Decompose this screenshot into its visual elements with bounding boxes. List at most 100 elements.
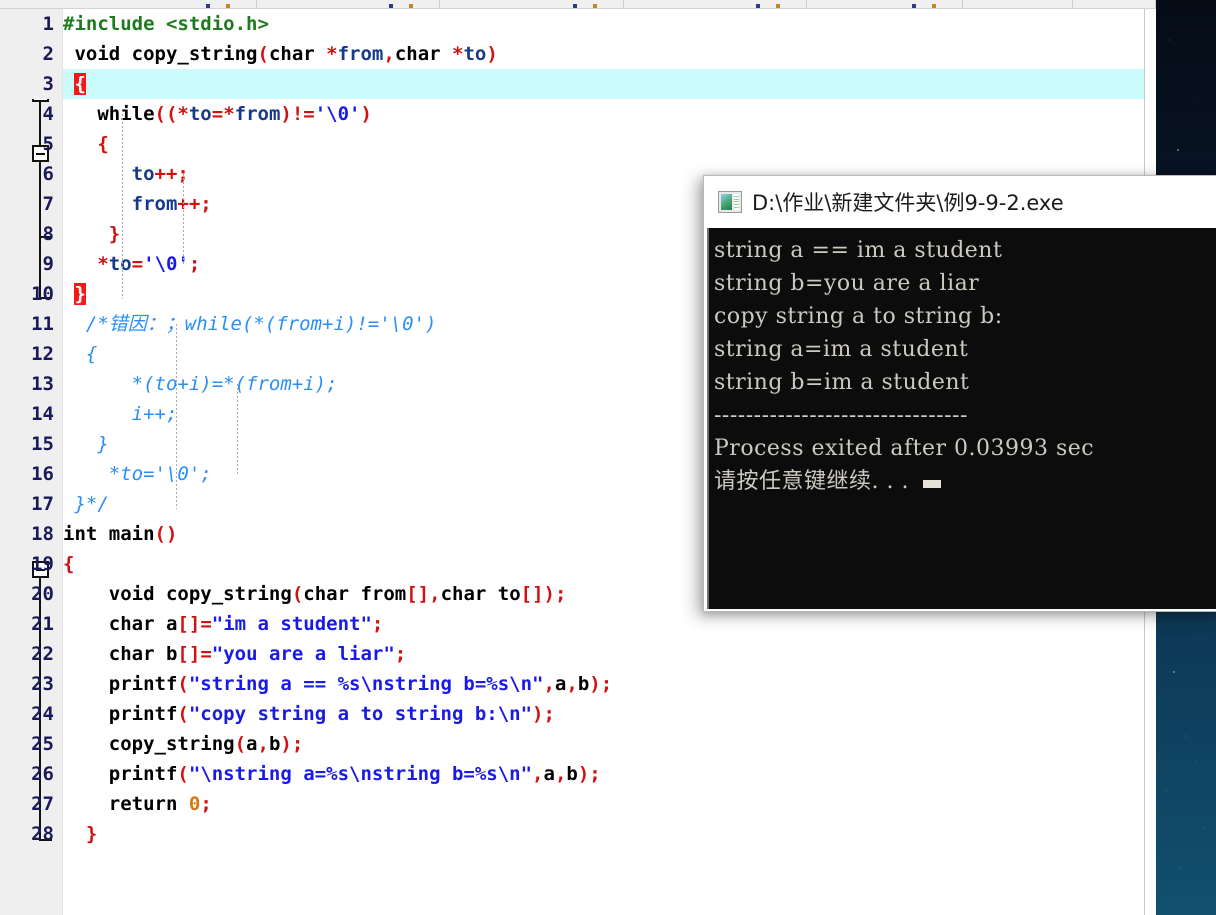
code-text[interactable]: #include <stdio.h> (63, 9, 1144, 39)
token-cmt: /*错因：；while(*(from+i)!='\0') (63, 313, 437, 335)
token-fn: copy_string (120, 43, 258, 65)
console-line: 请按任意键继续. . . (714, 465, 1216, 498)
token-kw: return (108, 793, 178, 815)
token-op: * (440, 43, 464, 65)
token-id: to (131, 163, 155, 185)
token-kw: int (63, 523, 98, 545)
token-op: , (532, 763, 544, 785)
toolbar-group-2[interactable] (257, 0, 441, 8)
code-text[interactable]: return 0; (63, 789, 1144, 819)
screen: 1 #include <stdio.h> 2 void copy_string(ch… (0, 0, 1216, 915)
line-number: 8 (42, 223, 54, 245)
code-text[interactable]: printf("copy string a to string b:\n"); (63, 699, 1144, 729)
token-kw: char (394, 43, 441, 65)
toolbar-icon-b (932, 4, 937, 8)
console-output-area[interactable]: string a == im a student string b=you are… (707, 228, 1216, 609)
token-id: to (188, 103, 212, 125)
console-titlebar[interactable]: D:\作业\新建文件夹\例9-9-2.exe (704, 176, 1216, 228)
console-line: -------------------------------- (714, 403, 968, 428)
line-number: 18 (31, 523, 54, 545)
token-kw: void (74, 43, 121, 65)
toolbar-group-5[interactable] (807, 0, 964, 8)
token-cmt: { (63, 343, 98, 365)
token-brace-hl: { (74, 73, 86, 95)
code-line[interactable]: 24 printf("copy string a to string b:\n"… (0, 699, 1144, 729)
code-text[interactable]: printf("\nstring a=%s\nstring b=%s\n",a,… (63, 759, 1144, 789)
code-line[interactable]: 23 printf("string a == %s\nstring b=%s\n… (0, 669, 1144, 699)
token-fn: b (154, 643, 178, 665)
token-id: to (108, 253, 132, 275)
line-number: 4 (42, 103, 54, 125)
line-number: 11 (31, 313, 54, 335)
code-line[interactable]: 22 char b[]="you are a liar"; (0, 639, 1144, 669)
code-line[interactable]: 4 while((*to=*from)!='\0') (0, 99, 1144, 129)
code-line[interactable]: 1 #include <stdio.h> (0, 9, 1144, 39)
toolbar-group-3[interactable] (440, 0, 624, 8)
console-line: Process exited after 0.03993 sec (714, 436, 1095, 461)
token-kw: char (108, 613, 155, 635)
toolbar-group-4[interactable] (624, 0, 808, 8)
code-line[interactable]: 5 { (0, 129, 1144, 159)
token-op: * (97, 253, 109, 275)
token-op: [], (406, 583, 441, 605)
indent-guide-4 (237, 384, 238, 474)
token-op: ); (589, 673, 613, 695)
line-number: 2 (42, 43, 54, 65)
line-number: 26 (31, 763, 54, 785)
code-text[interactable]: while((*to=*from)!='\0') (63, 99, 1144, 129)
code-line[interactable]: 21 char a[]="im a student"; (0, 609, 1144, 639)
code-line[interactable]: 26 printf("\nstring a=%s\nstring b=%s\n"… (0, 759, 1144, 789)
code-line[interactable]: 27 return 0; (0, 789, 1144, 819)
token-op: ( (257, 43, 269, 65)
code-line[interactable]: 3 { (0, 69, 1144, 99)
token-op: } (108, 223, 121, 245)
code-text[interactable]: copy_string(a,b); (63, 729, 1144, 759)
toolbar-icon-b (225, 4, 230, 8)
console-window[interactable]: D:\作业\新建文件夹\例9-9-2.exe string a == im a … (703, 175, 1216, 612)
toolbar-group-7[interactable] (1073, 0, 1156, 8)
line-number: 3 (0, 69, 56, 99)
line-number: 19 (31, 553, 54, 575)
line-number: 21 (31, 613, 54, 635)
token-op: ( (234, 733, 247, 755)
code-text[interactable]: void copy_string(char *from,char *to) (63, 39, 1144, 69)
code-text[interactable]: { (63, 129, 1144, 159)
line-number: 22 (31, 643, 54, 665)
toolbar-group-6[interactable] (963, 0, 1074, 8)
token-cmt: *to='\0'; (63, 463, 212, 485)
line-number: 1 (42, 13, 54, 35)
token-op: ); (577, 763, 601, 785)
code-line[interactable]: 28 } (0, 819, 1144, 849)
token-op: ; (188, 253, 201, 275)
token-pre: #include <stdio.h> (63, 13, 269, 35)
code-text[interactable]: char b[]="you are a liar"; (63, 639, 1144, 669)
token-id: from (131, 193, 178, 215)
line-number: 15 (31, 433, 54, 455)
token-op: , (383, 43, 395, 65)
code-text[interactable]: printf("string a == %s\nstring b=%s\n",a… (63, 669, 1144, 699)
token-fn: copy_string (63, 733, 235, 755)
token-op: = (200, 643, 212, 665)
toolbar-icon-b (776, 4, 781, 8)
token-op: ) (360, 103, 372, 125)
token-fn: main (97, 523, 155, 545)
toolbar-strip[interactable] (0, 0, 1156, 9)
token-op: ( (291, 583, 304, 605)
line-number: 9 (42, 253, 54, 275)
token-op: ( (177, 703, 189, 725)
code-line[interactable]: 25 copy_string(a,b); (0, 729, 1144, 759)
token-str: "copy string a to string b:\n" (188, 703, 533, 725)
code-text[interactable]: char a[]="im a student"; (63, 609, 1144, 639)
token-op: ( (177, 763, 189, 785)
code-text[interactable]: } (63, 819, 1144, 849)
toolbar-group-1[interactable] (0, 0, 257, 8)
code-text[interactable]: { (63, 69, 1144, 99)
code-line[interactable]: 2 void copy_string(char *from,char *to) (0, 39, 1144, 69)
token-num: 0 (188, 793, 201, 815)
line-number: 7 (42, 193, 54, 215)
